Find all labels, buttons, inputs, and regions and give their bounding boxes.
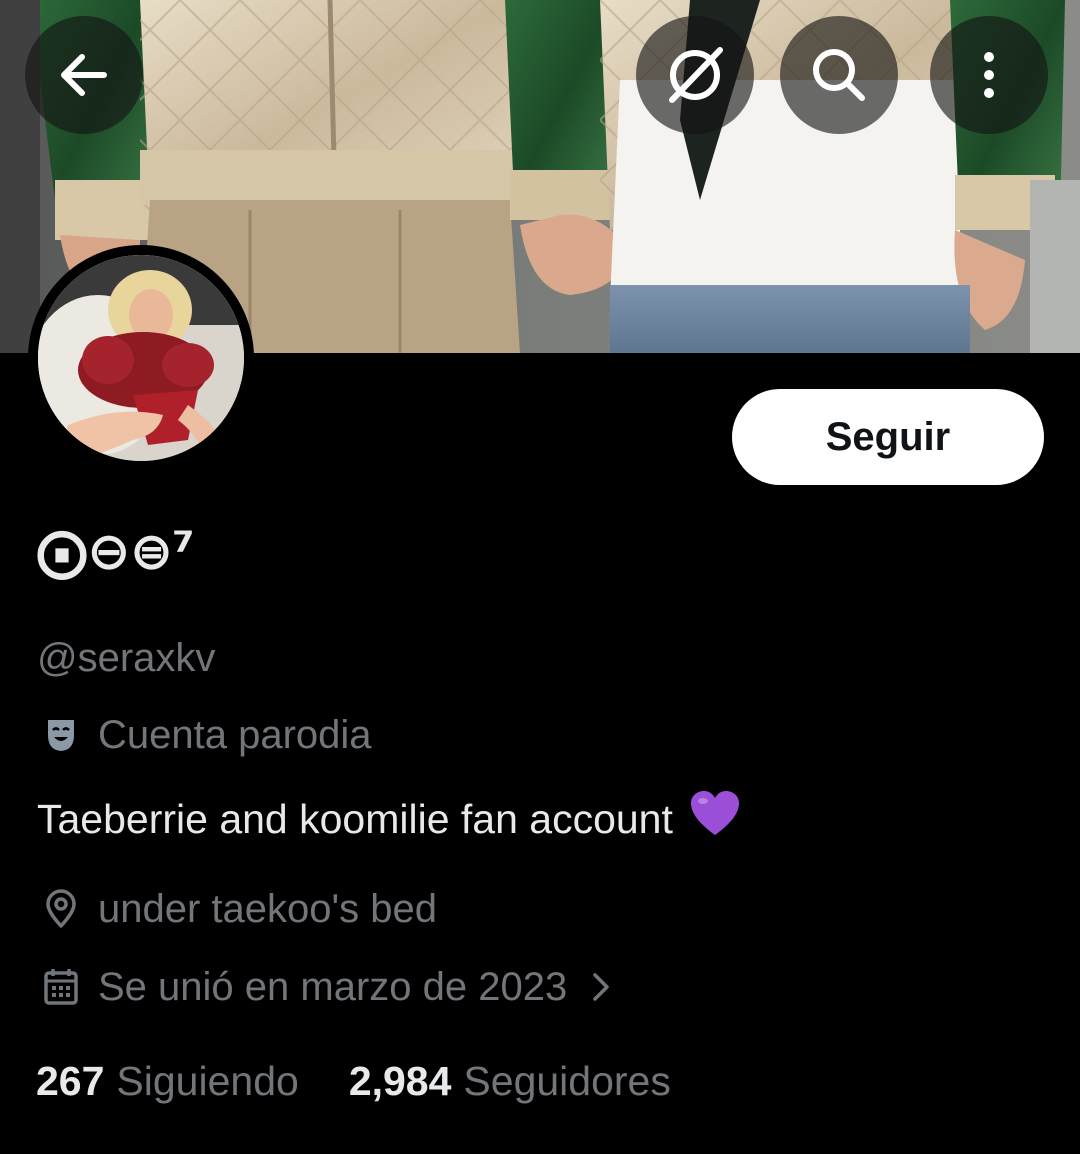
joined-date-row[interactable]: Se unió en marzo de 2023	[38, 964, 613, 1010]
bio-text: Taeberrie and koomilie fan account	[37, 795, 673, 842]
more-vertical-icon	[984, 52, 994, 98]
chevron-right-icon	[589, 969, 613, 1005]
location-text: under taekoo's bed	[98, 886, 438, 931]
location-pin-icon	[38, 886, 84, 932]
followers-link[interactable]: 2,984 Seguidores	[349, 1058, 671, 1105]
theater-masks-icon	[38, 712, 84, 758]
following-label: Siguiendo	[116, 1058, 299, 1104]
parody-label: Cuenta parodia	[98, 712, 372, 757]
slash-circle-icon	[669, 47, 723, 103]
joined-text: Se unió en marzo de 2023	[98, 964, 568, 1009]
following-link[interactable]: 267 Siguiendo	[36, 1058, 299, 1105]
following-count: 267	[36, 1058, 105, 1104]
follow-stats: 267 Siguiendo 2,984 Seguidores	[36, 1058, 671, 1105]
search-button[interactable]	[780, 16, 898, 134]
location-row: under taekoo's bed	[38, 886, 437, 932]
display-name: ⨀⊖⊜⁷	[36, 522, 195, 582]
parody-label-row[interactable]: Cuenta parodia	[38, 712, 372, 758]
more-options-button[interactable]	[930, 16, 1048, 134]
avatar[interactable]	[28, 245, 254, 471]
bio: Taeberrie and koomilie fan account	[37, 790, 741, 848]
calendar-icon	[38, 964, 84, 1010]
avatar-photo	[38, 255, 244, 461]
back-button[interactable]	[25, 16, 143, 134]
follow-button[interactable]: Seguir	[732, 389, 1044, 485]
search-icon	[813, 49, 865, 101]
purple-heart-icon	[689, 790, 741, 848]
followers-count: 2,984	[348, 1058, 452, 1104]
arrow-left-icon	[61, 54, 107, 96]
followers-label: Seguidores	[463, 1058, 671, 1104]
grok-button[interactable]	[636, 16, 754, 134]
username-handle: @seraxkv	[37, 636, 216, 680]
